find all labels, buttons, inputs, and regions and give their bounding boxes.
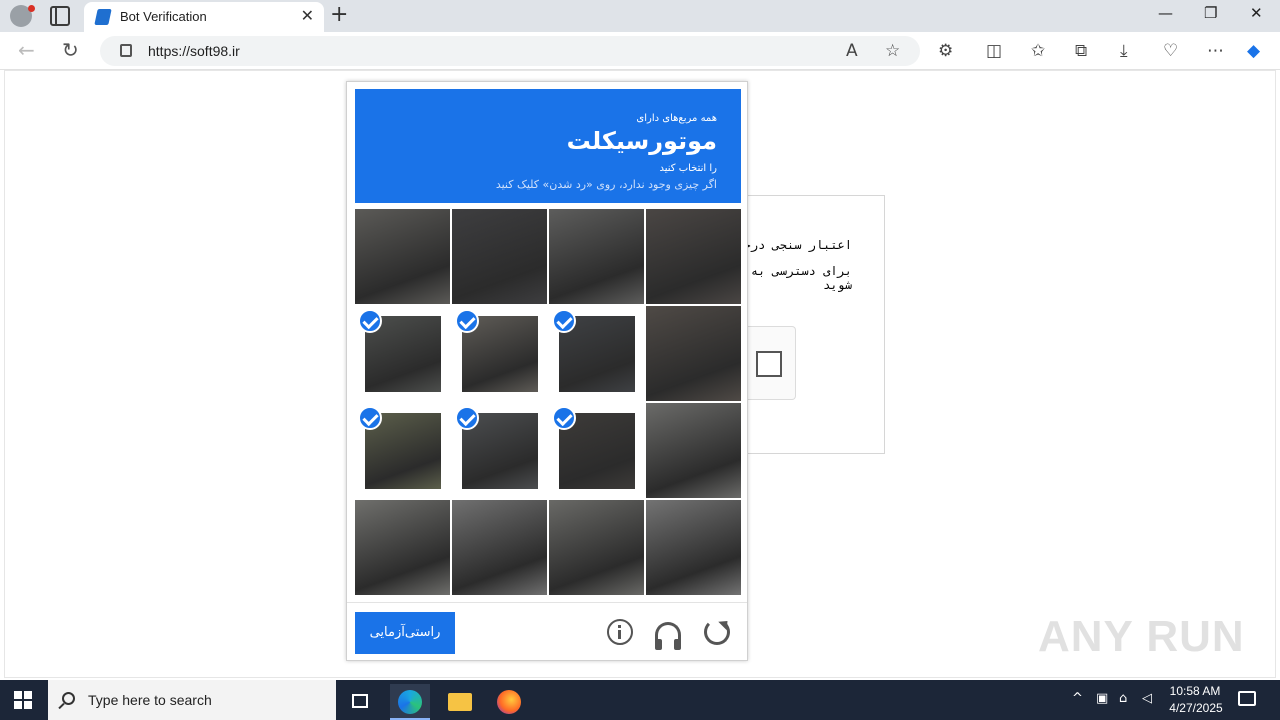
captcha-tile[interactable] bbox=[549, 306, 644, 401]
captcha-tile-image bbox=[452, 209, 547, 304]
captcha-checkbox[interactable] bbox=[756, 351, 782, 377]
favorite-icon[interactable]: ☆ bbox=[885, 41, 900, 61]
taskbar-firefox[interactable] bbox=[489, 684, 529, 720]
tab-bot-verification[interactable]: Bot Verification ✕ bbox=[84, 2, 324, 32]
selected-check-icon bbox=[455, 309, 479, 333]
captcha-tile-image bbox=[452, 500, 547, 595]
site-favicon-icon bbox=[94, 9, 112, 25]
downloads-icon[interactable]: ⤓ bbox=[1120, 41, 1128, 61]
close-window-button[interactable]: ✕ bbox=[1250, 4, 1263, 22]
new-tab-button[interactable]: + bbox=[330, 2, 348, 27]
minimize-button[interactable]: — bbox=[1158, 4, 1173, 22]
restore-button[interactable]: ❐ bbox=[1204, 4, 1217, 22]
prompt-target: موتورسیکلت bbox=[566, 127, 717, 155]
network-icon[interactable]: ⌂ bbox=[1119, 691, 1127, 706]
refresh-icon[interactable]: ↻ bbox=[62, 38, 79, 62]
captcha-tile-image bbox=[549, 500, 644, 595]
more-icon[interactable]: ⋯ bbox=[1207, 41, 1224, 61]
captcha-tile[interactable] bbox=[452, 306, 547, 401]
notification-dot-icon bbox=[28, 5, 35, 12]
captcha-tile[interactable] bbox=[646, 500, 741, 595]
back-icon[interactable]: ← bbox=[18, 38, 35, 62]
verification-text-2: شوید bbox=[823, 278, 852, 292]
captcha-tile-image bbox=[646, 209, 741, 304]
info-icon[interactable] bbox=[607, 619, 633, 645]
captcha-image-grid bbox=[355, 209, 741, 595]
firefox-icon bbox=[497, 690, 521, 714]
captcha-tile[interactable] bbox=[549, 209, 644, 304]
split-screen-icon[interactable]: ◫ bbox=[986, 41, 1002, 61]
verify-button[interactable]: راستی‌آزمایی bbox=[355, 612, 455, 654]
captcha-tile[interactable] bbox=[452, 403, 547, 498]
captcha-prompt: همه مربع‌های دارای موتورسیکلت را انتخاب … bbox=[355, 89, 741, 203]
verification-title: اعتبار سنجی درخو bbox=[736, 238, 852, 252]
captcha-tile[interactable] bbox=[646, 209, 741, 304]
taskbar-file-explorer[interactable] bbox=[440, 684, 480, 720]
captcha-tile-image bbox=[646, 500, 741, 595]
favorites-icon[interactable]: ✩ bbox=[1031, 41, 1045, 61]
captcha-tile[interactable] bbox=[355, 500, 450, 595]
verification-text: برای دسترسی به bbox=[750, 264, 852, 278]
lock-icon[interactable] bbox=[120, 44, 132, 57]
verification-card: اعتبار سنجی درخو برای دسترسی به شوید bbox=[736, 195, 885, 454]
captcha-tile-image bbox=[355, 500, 450, 595]
browser-toolbar: ← ↻ https://soft98.ir A ☆ ⚙ ◫ ✩ ⧉ ⤓ ♡ ⋯ … bbox=[0, 32, 1280, 70]
taskbar-search[interactable]: Type here to search bbox=[48, 680, 336, 720]
url-text[interactable]: https://soft98.ir bbox=[148, 43, 240, 59]
captcha-tile[interactable] bbox=[549, 403, 644, 498]
captcha-tile-image bbox=[355, 209, 450, 304]
selected-check-icon bbox=[358, 309, 382, 333]
selected-check-icon bbox=[358, 406, 382, 430]
captcha-tile-image bbox=[646, 403, 741, 498]
captcha-checkbox-container bbox=[748, 326, 796, 400]
audio-challenge-icon[interactable] bbox=[655, 622, 681, 650]
search-icon bbox=[62, 692, 75, 705]
captcha-footer: راستی‌آزمایی bbox=[347, 602, 747, 661]
captcha-tile-image bbox=[646, 306, 741, 401]
tray-device-icon[interactable]: ▣ bbox=[1096, 691, 1108, 706]
edge-icon bbox=[398, 690, 422, 714]
search-placeholder: Type here to search bbox=[88, 692, 212, 708]
selected-check-icon bbox=[455, 406, 479, 430]
tray-chevron-icon[interactable]: ^ bbox=[1072, 691, 1083, 706]
taskbar-edge[interactable] bbox=[390, 684, 430, 720]
prompt-instruction: را انتخاب کنید bbox=[659, 163, 717, 174]
prompt-intro: همه مربع‌های دارای bbox=[636, 113, 717, 124]
captcha-tile[interactable] bbox=[452, 500, 547, 595]
captcha-tile[interactable] bbox=[355, 306, 450, 401]
captcha-tile[interactable] bbox=[355, 403, 450, 498]
captcha-tile[interactable] bbox=[549, 500, 644, 595]
tab-close-icon[interactable]: ✕ bbox=[301, 6, 314, 25]
captcha-tile-image bbox=[549, 209, 644, 304]
windows-start-icon[interactable] bbox=[14, 691, 32, 709]
captcha-challenge: همه مربع‌های دارای موتورسیکلت را انتخاب … bbox=[346, 81, 748, 661]
extensions-icon[interactable]: ⚙ bbox=[938, 41, 953, 61]
captcha-tile[interactable] bbox=[452, 209, 547, 304]
selected-check-icon bbox=[552, 309, 576, 333]
tab-actions-icon[interactable] bbox=[50, 6, 70, 26]
task-view-button[interactable] bbox=[340, 684, 380, 720]
clock-time[interactable]: 10:58 AM bbox=[1168, 684, 1222, 698]
volume-icon[interactable]: ◁ bbox=[1142, 691, 1152, 706]
selected-check-icon bbox=[552, 406, 576, 430]
reload-challenge-icon[interactable] bbox=[704, 619, 730, 645]
captcha-tile[interactable] bbox=[355, 209, 450, 304]
tab-title: Bot Verification bbox=[120, 9, 207, 24]
read-aloud-icon[interactable]: A bbox=[846, 41, 858, 61]
browser-essentials-icon[interactable]: ♡ bbox=[1163, 41, 1178, 61]
prompt-skip-hint: اگر چیزی وجود ندارد، روی «رد شدن» کلیک ک… bbox=[495, 178, 717, 191]
notifications-icon[interactable] bbox=[1238, 691, 1256, 706]
captcha-tile[interactable] bbox=[646, 403, 741, 498]
windows-taskbar: Type here to search ^ ▣ ⌂ ◁ 10:58 AM 4/2… bbox=[0, 680, 1280, 720]
anyrun-watermark: ANY RUN bbox=[1038, 612, 1245, 661]
collections-icon[interactable]: ⧉ bbox=[1075, 41, 1087, 61]
tab-bar: Bot Verification ✕ + — ❐ ✕ bbox=[0, 0, 1280, 32]
task-view-icon bbox=[352, 694, 368, 708]
captcha-tile[interactable] bbox=[646, 306, 741, 401]
clock-date[interactable]: 4/27/2025 bbox=[1166, 701, 1226, 715]
folder-icon bbox=[448, 693, 472, 711]
copilot-icon[interactable]: ◆ bbox=[1247, 41, 1260, 61]
